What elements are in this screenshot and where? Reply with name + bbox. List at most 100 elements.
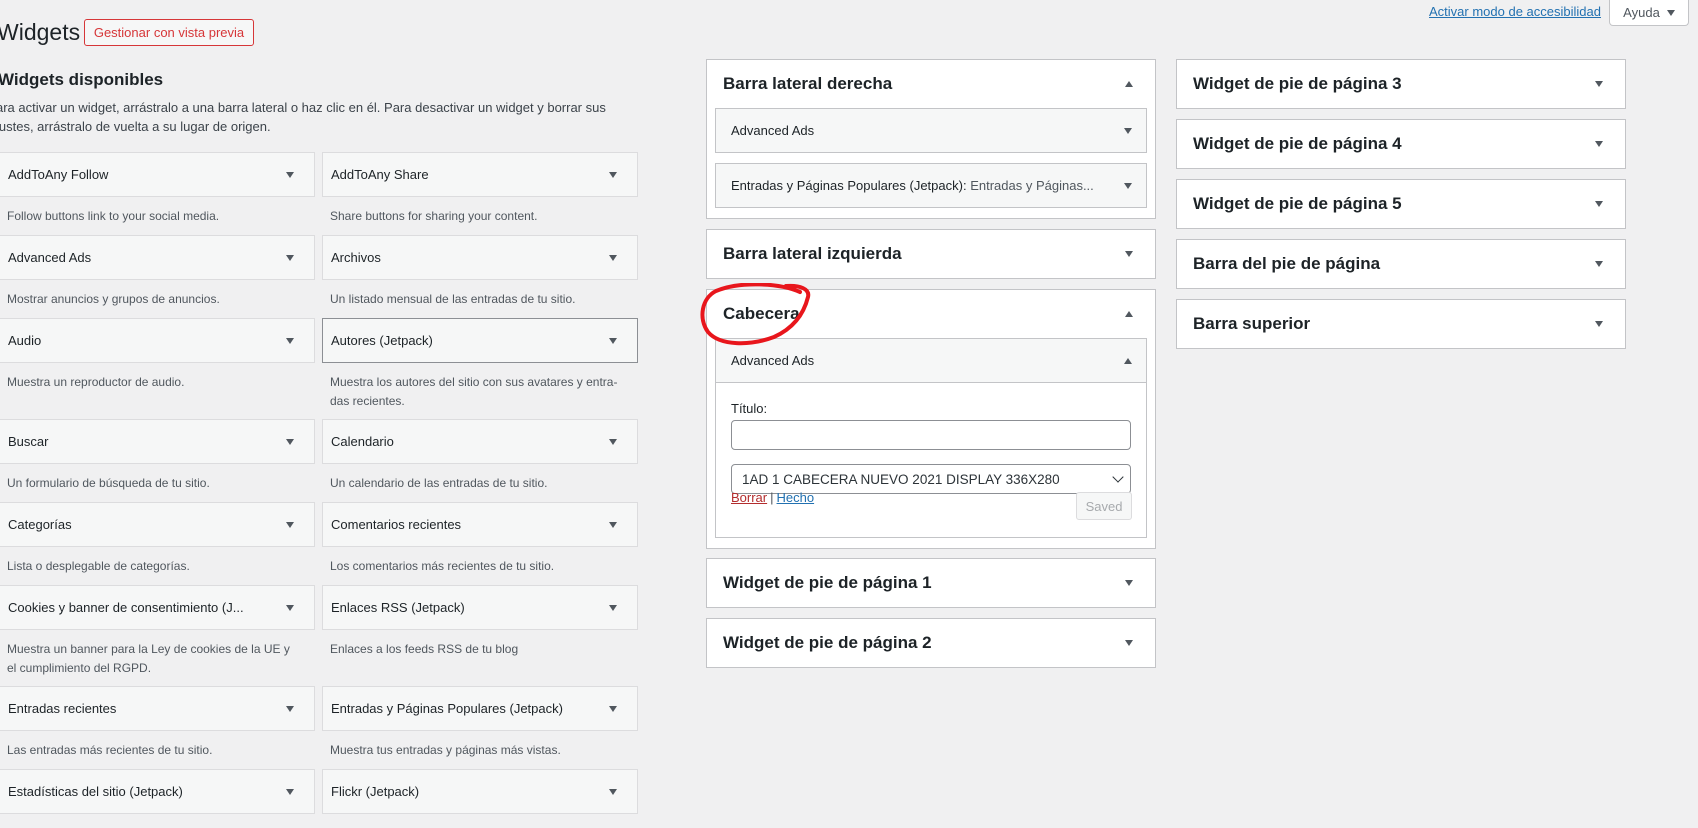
widget-calendario[interactable]: Calendario [322,419,638,464]
caret-down-icon[interactable] [1595,81,1603,87]
sidebar-barra-lateral-izquierda[interactable]: Barra lateral izquierda [706,229,1156,279]
sidebar-title: Widget de pie de página 5 [1193,194,1402,213]
widget-flickr[interactable]: Flickr (Jetpack) [322,769,638,814]
sidebar-widget-pie-pagina-3[interactable]: Widget de pie de página 3 [1176,59,1626,109]
widget-cookies-banner[interactable]: Cookies y banner de consentimiento (J... [0,585,315,630]
caret-up-icon[interactable] [1125,311,1133,317]
widget-addtoany-follow[interactable]: AddToAny Follow [0,152,315,197]
caret-down-icon[interactable] [609,788,617,795]
title-field-label: Título: [731,401,768,416]
caret-down-icon[interactable] [1595,201,1603,207]
widget-categorias[interactable]: Categorías [0,502,315,547]
caret-down-icon[interactable] [1125,580,1133,586]
sidebar-header[interactable]: Cabecera [707,290,1155,338]
sidebar-title: Barra lateral izquierda [723,244,902,263]
widget-buscar[interactable]: Buscar [0,419,315,464]
caret-down-icon[interactable] [609,604,617,611]
widget-label: AddToAny Share [331,167,429,182]
sidebar-widget-pie-pagina-1[interactable]: Widget de pie de página 1 [706,558,1156,608]
caret-down-icon[interactable] [286,337,294,344]
sidebar-widget-entradas-populares[interactable]: Entradas y Páginas Populares (Jetpack): … [715,163,1147,208]
widget-label: Entradas y Páginas Populares (Jetpack) [331,701,563,716]
widget-label: Categorías [8,517,72,532]
widget-comentarios-recientes[interactable]: Comentarios recientes [322,502,638,547]
sidebar-title: Barra lateral derecha [723,74,893,93]
widget-label: Estadísticas del sitio (Jetpack) [8,784,183,799]
widget-entradas-recientes[interactable]: Entradas recientes [0,686,315,731]
caret-down-icon [1666,9,1675,16]
saved-button[interactable]: Saved [1076,492,1132,520]
caret-down-icon[interactable] [1595,321,1603,327]
separator: | [770,490,774,505]
widget-entradas-populares[interactable]: Entradas y Páginas Populares (Jetpack) [322,686,638,731]
widget-header[interactable]: Advanced Ads [716,339,1146,382]
widget-settings: Título: 1AD 1 CABECERA NUEVO 2021 DISPLA… [716,382,1146,537]
caret-down-icon[interactable] [1124,127,1132,134]
accessibility-mode-link[interactable]: Activar modo de accesibilidad [1429,4,1601,19]
widget-enlaces-rss[interactable]: Enlaces RSS (Jetpack) [322,585,638,630]
delete-link[interactable]: Borrar [731,490,767,505]
widget-description: Muestra tus entradas y páginas más vista… [330,743,561,757]
sidebar-header[interactable]: Barra lateral derecha [707,60,1155,108]
caret-down-icon[interactable] [286,171,294,178]
widget-description: Muestra los autores del sitio con sus av… [330,375,618,408]
widget-label: Advanced Ads [731,123,815,138]
widget-label: Cookies y banner de consentimiento (J... [8,600,244,615]
caret-down-icon[interactable] [609,438,617,445]
sidebar-widget-advanced-ads[interactable]: Advanced Ads [715,108,1147,153]
caret-down-icon[interactable] [1595,141,1603,147]
chevron-down-icon [1112,471,1124,483]
caret-down-icon[interactable] [286,604,294,611]
widget-label: Advanced Ads [731,353,815,368]
widget-advanced-ads[interactable]: Advanced Ads [0,235,315,280]
done-link[interactable]: Hecho [777,490,815,505]
widget-description: Mostrar anuncios y grupos de anuncios. [7,292,220,306]
sidebar-widget-pie-pagina-5[interactable]: Widget de pie de página 5 [1176,179,1626,229]
caret-down-icon[interactable] [286,254,294,261]
sidebar-widget-advanced-ads-expanded: Advanced Ads Título: 1AD 1 CABECERA NUEV… [715,338,1147,538]
caret-down-icon[interactable] [609,254,617,261]
widget-archivos[interactable]: Archivos [322,235,638,280]
widget-label: Calendario [331,434,394,449]
widget-autores-jetpack[interactable]: Autores (Jetpack) [322,318,638,363]
help-button[interactable]: Ayuda [1609,0,1689,26]
sidebar-title: Widget de pie de página 4 [1193,134,1402,153]
widget-label: Archivos [331,250,381,265]
caret-down-icon[interactable] [609,171,617,178]
widget-description: Un calendario de las entradas de tu siti… [330,476,548,490]
caret-up-icon[interactable] [1125,81,1133,87]
sidebar-widget-pie-pagina-4[interactable]: Widget de pie de página 4 [1176,119,1626,169]
caret-down-icon[interactable] [609,337,617,344]
available-widgets-title: Widgets disponibles [0,70,164,89]
widget-label: Comentarios recientes [331,517,462,532]
caret-up-icon[interactable] [1124,357,1132,364]
sidebar-widget-pie-pagina-2[interactable]: Widget de pie de página 2 [706,618,1156,668]
sidebar-title: Barra superior [1193,314,1311,333]
widget-description: Muestra un reproductor de audio. [7,375,185,389]
widget-description: Enlaces a los feeds RSS de tu blog [330,642,519,656]
sidebar-barra-superior[interactable]: Barra superior [1176,299,1626,349]
caret-down-icon[interactable] [609,705,617,712]
sidebar-title: Widget de pie de página 1 [723,573,932,592]
widget-label: Autores (Jetpack) [331,333,433,348]
caret-down-icon[interactable] [1124,182,1132,189]
caret-down-icon[interactable] [286,705,294,712]
widget-subtitle: Entradas y Páginas... [970,178,1094,193]
widget-addtoany-share[interactable]: AddToAny Share [322,152,638,197]
caret-down-icon[interactable] [1125,640,1133,646]
caret-down-icon[interactable] [1125,251,1133,257]
widget-description: Las entradas más recientes de tu sitio. [7,743,213,757]
widget-label: Buscar [8,434,49,449]
caret-down-icon[interactable] [609,521,617,528]
title-input[interactable] [731,420,1131,450]
sidebar-barra-pie-pagina[interactable]: Barra del pie de página [1176,239,1626,289]
widget-audio[interactable]: Audio [0,318,315,363]
page-title: Widgets [0,19,81,45]
widget-label: Entradas recientes [8,701,117,716]
widget-estadisticas[interactable]: Estadísticas del sitio (Jetpack) [0,769,315,814]
caret-down-icon[interactable] [286,438,294,445]
caret-down-icon[interactable] [286,521,294,528]
manage-with-preview-button[interactable]: Gestionar con vista previa [84,19,254,46]
caret-down-icon[interactable] [1595,261,1603,267]
caret-down-icon[interactable] [286,788,294,795]
